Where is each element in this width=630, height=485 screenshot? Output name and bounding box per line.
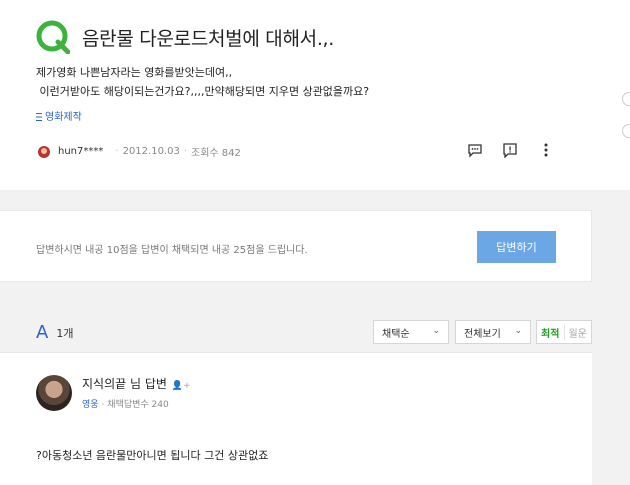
answerer-name-row: 지식의끝 님 답변 👤+ xyxy=(82,375,191,392)
separator: · xyxy=(115,146,119,157)
answerer-name[interactable]: 지식의끝 님 답변 xyxy=(82,377,167,391)
write-answer-button[interactable]: 답변하기 xyxy=(477,231,556,263)
answerer-info: 영웅 · 채택답변수 240 xyxy=(82,397,169,410)
answers-header: A 1개 xyxy=(36,322,73,343)
question-views: 조회수 842 xyxy=(191,148,241,159)
answer-prompt-box: 답변하시면 내공 10점을 답변이 채택되면 내공 25점을 드립니다. 답변하… xyxy=(0,210,592,282)
question-title: 음란물 다운로드처벌에 대해서.,. xyxy=(82,28,335,50)
report-icon[interactable] xyxy=(501,141,519,159)
separator: · xyxy=(183,146,188,157)
answer-letter: A xyxy=(36,322,49,343)
question-meta: hun7**** · 2012.10.03 · 조회수 842 xyxy=(38,144,241,159)
answer-count: 1개 xyxy=(56,326,74,340)
user-avatar[interactable] xyxy=(38,145,50,158)
answerer-avatar[interactable] xyxy=(36,375,72,411)
question-date: 2012.10.03 xyxy=(122,146,180,157)
question-section: 음란물 다운로드처벌에 대해서.,. 제가영화 나쁜남자라는 영화를받앗는데여,… xyxy=(0,0,630,190)
chevron-down-icon: ⌄ xyxy=(514,326,522,336)
chevron-down-icon: ⌄ xyxy=(432,326,440,336)
answer-card: 지식의끝 님 답변 👤+ 영웅 · 채택답변수 240 ?아동청소년 음란물만아니면… xyxy=(0,352,592,485)
category-link[interactable]: 영화제작 xyxy=(36,108,82,123)
sort-toggle: 최적 월운 xyxy=(536,320,592,344)
answer-points-notice: 답변하시면 내공 10점을 답변이 채택되면 내공 25점을 드립니다. xyxy=(36,245,308,256)
more-icon[interactable] xyxy=(537,141,555,159)
question-body: 제가영화 나쁜남자라는 영화를받앗는데여,, 이런거받아도 해당이되는건가요?,… xyxy=(36,63,369,101)
filter-select[interactable]: 전체보기 ⌄ xyxy=(455,320,531,344)
side-scroll-dot[interactable] xyxy=(622,92,630,106)
filter-select-value: 전체보기 xyxy=(464,328,501,340)
side-scroll-dot[interactable] xyxy=(622,124,630,138)
answerer-stats: · 채택답변수 240 xyxy=(101,400,169,410)
sort-toggle-best[interactable]: 최적 xyxy=(537,324,565,340)
answerer-grade[interactable]: 영웅 xyxy=(82,400,99,410)
answer-text: ?아동청소년 음란물만아니면 됩니다 그건 상관없죠 xyxy=(36,449,269,462)
category-label: 영화제작 xyxy=(45,112,82,123)
question-body-line-2: 이런거받아도 해당이되는건가요?,,,,만약해당되면 지우면 상관없을까요? xyxy=(36,85,370,98)
sort-select-value: 채택순 xyxy=(382,328,410,340)
add-user-icon[interactable]: 👤+ xyxy=(172,381,191,391)
question-body-line-1: 제가영화 나쁜남자라는 영화를받앗는데여,, xyxy=(36,66,233,79)
sort-select[interactable]: 채택순 ⌄ xyxy=(373,320,449,344)
list-icon xyxy=(36,113,42,121)
q-logo-icon xyxy=(36,20,70,54)
question-user[interactable]: hun7**** xyxy=(58,146,103,157)
comment-icon[interactable] xyxy=(466,141,484,159)
sort-toggle-old[interactable]: 월운 xyxy=(565,325,592,340)
